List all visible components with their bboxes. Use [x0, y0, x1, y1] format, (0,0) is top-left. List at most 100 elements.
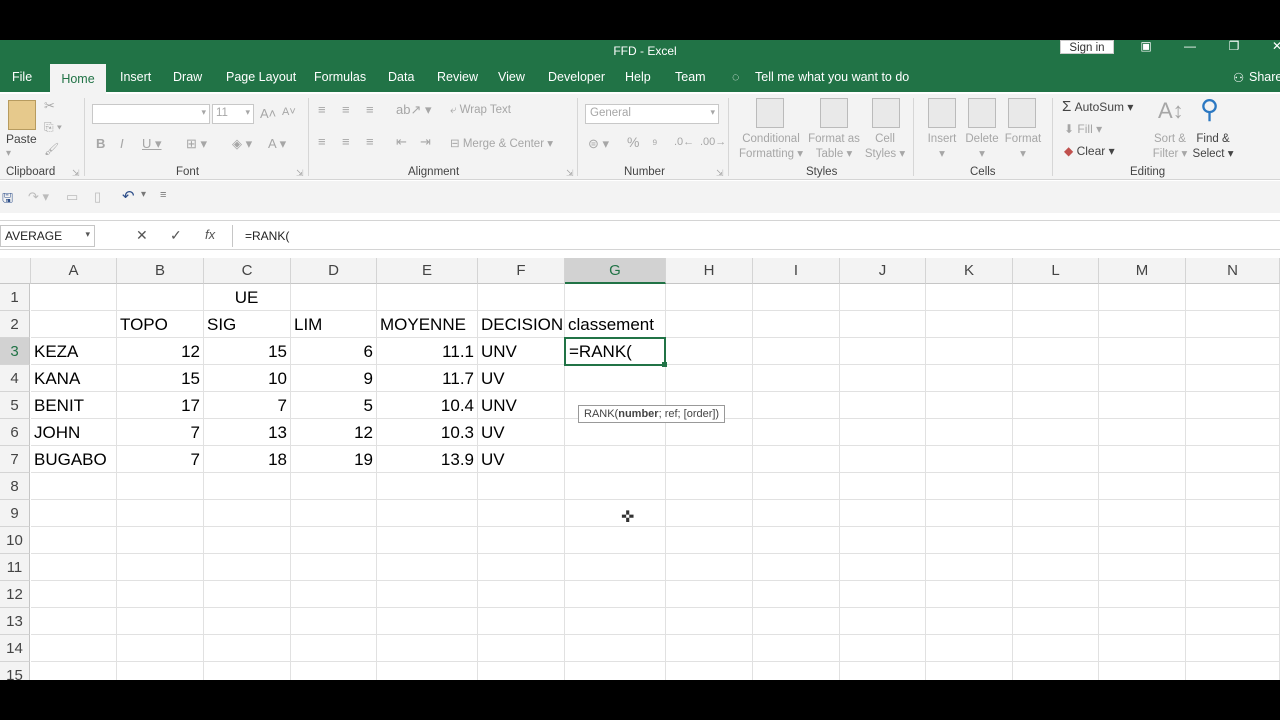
grid-cell[interactable] [666, 527, 753, 554]
format-cells-button[interactable]: Format ▾ [1002, 132, 1044, 162]
grid-cell[interactable] [31, 554, 117, 581]
sort-filter-icon[interactable]: A↕ [1158, 98, 1184, 124]
cell-d5[interactable]: 5 [291, 392, 377, 419]
cell-f2[interactable]: DECISION [478, 311, 565, 338]
grid-cell[interactable] [478, 554, 565, 581]
comma-style-icon[interactable]: ⁹ [652, 136, 658, 151]
cell-e3[interactable]: 11.1 [377, 338, 478, 365]
select-all-corner[interactable] [0, 258, 31, 284]
clear-button[interactable]: ◆ Clear ▾ [1064, 144, 1115, 158]
grid-cell[interactable] [840, 473, 926, 500]
align-left-icon[interactable]: ≡ [318, 134, 326, 149]
insert-cells-button[interactable]: Insert ▾ [926, 132, 958, 162]
row-header-14[interactable]: 14 [0, 635, 30, 662]
grid-cell[interactable] [840, 527, 926, 554]
grid-cell[interactable] [31, 635, 117, 662]
increase-decimal-icon[interactable]: .0← [674, 136, 694, 148]
close-button[interactable]: ✕ [1262, 40, 1280, 54]
conditional-formatting-icon[interactable] [756, 98, 784, 128]
tab-help[interactable]: Help [625, 70, 651, 84]
grid-cell[interactable] [1099, 338, 1186, 365]
underline-button[interactable]: U ▾ [142, 136, 162, 152]
col-header-g[interactable]: G [565, 258, 666, 284]
grid-cell[interactable] [753, 419, 840, 446]
tab-review[interactable]: Review [437, 70, 478, 84]
grid-cell[interactable] [1186, 311, 1280, 338]
open-icon[interactable]: ▭ [66, 189, 78, 205]
grid-cell[interactable] [1186, 446, 1280, 473]
row-header-10[interactable]: 10 [0, 527, 30, 554]
grid-cell[interactable] [291, 581, 377, 608]
grid-cell[interactable] [478, 284, 565, 311]
grid-cell[interactable] [291, 635, 377, 662]
grid-cell[interactable] [565, 527, 666, 554]
insert-cells-icon[interactable] [928, 98, 956, 128]
col-header-e[interactable]: E [377, 258, 478, 284]
grid-cell[interactable] [840, 338, 926, 365]
cell-f4[interactable]: UV [478, 365, 565, 392]
col-header-a[interactable]: A [31, 258, 117, 284]
grid-cell[interactable] [1099, 527, 1186, 554]
cell-e4[interactable]: 11.7 [377, 365, 478, 392]
col-header-d[interactable]: D [291, 258, 377, 284]
tab-file[interactable]: File [12, 70, 32, 84]
format-cells-icon[interactable] [1008, 98, 1036, 128]
cell-a5[interactable]: BENIT [31, 392, 117, 419]
col-header-m[interactable]: M [1099, 258, 1186, 284]
grid-cell[interactable] [1186, 473, 1280, 500]
grid-cell[interactable] [666, 635, 753, 662]
grid-cell[interactable] [478, 473, 565, 500]
name-box[interactable]: AVERAGE ▾ [0, 225, 95, 247]
grid-cell[interactable] [1186, 662, 1280, 680]
grid-cell[interactable] [926, 527, 1013, 554]
cell-d4[interactable]: 9 [291, 365, 377, 392]
find-select-button[interactable]: Find & Select ▾ [1190, 132, 1236, 162]
grid-cell[interactable] [478, 500, 565, 527]
grid-cell[interactable] [753, 311, 840, 338]
grid-cell[interactable] [1186, 581, 1280, 608]
grid-cell[interactable] [1186, 500, 1280, 527]
grid-cell[interactable] [840, 392, 926, 419]
bold-button[interactable]: B [96, 136, 105, 151]
tab-home[interactable]: Home [50, 64, 106, 94]
grid-cell[interactable] [31, 473, 117, 500]
top-align-icon[interactable]: ≡ [318, 102, 326, 117]
grid-cell[interactable] [204, 500, 291, 527]
col-header-b[interactable]: B [117, 258, 204, 284]
function-tooltip[interactable]: RANK(number; ref; [order]) [578, 405, 726, 423]
grid-cell[interactable] [753, 338, 840, 365]
grid-cell[interactable] [666, 581, 753, 608]
grid-cell[interactable] [377, 608, 478, 635]
active-cell-g3[interactable]: =RANK( [564, 337, 666, 366]
decrease-decimal-icon[interactable]: .00→ [700, 136, 726, 148]
row-header-4[interactable]: 4 [0, 365, 30, 392]
grid-cell[interactable] [1013, 662, 1099, 680]
grid-cell[interactable] [204, 662, 291, 680]
grid-cell[interactable] [565, 473, 666, 500]
grid-cell[interactable] [1099, 365, 1186, 392]
grid-cell[interactable] [1013, 608, 1099, 635]
cell-c1[interactable]: UE [117, 284, 377, 311]
grid-cell[interactable] [840, 554, 926, 581]
maximize-button[interactable]: ❐ [1219, 40, 1249, 54]
fill-button[interactable]: ⬇ Fill ▾ [1064, 122, 1102, 136]
col-header-k[interactable]: K [926, 258, 1013, 284]
grid-cell[interactable] [1186, 527, 1280, 554]
grid-cell[interactable] [666, 338, 753, 365]
tab-draw[interactable]: Draw [173, 70, 202, 84]
cell-e7[interactable]: 13.9 [377, 446, 478, 473]
grid-cell[interactable] [377, 581, 478, 608]
cell-c7[interactable]: 18 [204, 446, 291, 473]
cell-c6[interactable]: 13 [204, 419, 291, 446]
cell-b2[interactable]: TOPO [117, 311, 204, 338]
tab-team[interactable]: Team [675, 70, 706, 84]
grid-cell[interactable] [753, 392, 840, 419]
merge-center-button[interactable]: ⊟ Merge & Center ▾ [450, 136, 553, 150]
grid-cell[interactable] [565, 500, 666, 527]
font-size-select[interactable]: 11 ▾ [212, 104, 254, 124]
grid-cell[interactable] [204, 608, 291, 635]
grid-cell[interactable] [926, 392, 1013, 419]
grid-cell[interactable] [1013, 473, 1099, 500]
delete-cells-icon[interactable] [968, 98, 996, 128]
grid-cell[interactable] [377, 635, 478, 662]
